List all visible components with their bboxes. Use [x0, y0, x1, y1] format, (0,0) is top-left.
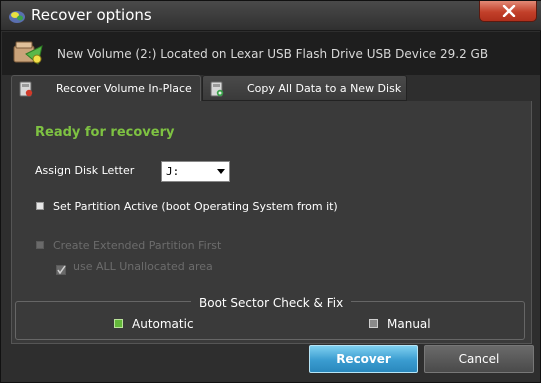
set-partition-active-checkbox[interactable]: [36, 202, 44, 210]
tab-recover-in-place[interactable]: Recover Volume In-Place: [11, 75, 201, 101]
tab-label: Recover Volume In-Place: [56, 82, 192, 95]
drive-header: New Volume (2:) Located on Lexar USB Fla…: [2, 32, 540, 75]
checkmark-icon: [56, 265, 66, 275]
unallocated-label: use ALL Unallocated area: [73, 260, 213, 273]
drive-copy-icon: [209, 81, 225, 97]
recover-button[interactable]: Recover: [309, 345, 418, 373]
extended-partition-label: Create Extended Partition First: [53, 239, 222, 252]
disk-letter-select[interactable]: J:: [161, 161, 230, 182]
close-button[interactable]: [479, 1, 537, 22]
unallocated-checkbox: [56, 260, 66, 275]
cancel-button[interactable]: Cancel: [424, 345, 534, 373]
manual-radio[interactable]: [369, 319, 378, 328]
drive-recover-icon: [12, 40, 46, 68]
close-icon: [502, 5, 516, 17]
tab-label: Copy All Data to a New Disk: [247, 82, 402, 95]
drive-title: New Volume (2:) Located on Lexar USB Fla…: [57, 47, 489, 61]
app-logo-icon: [8, 8, 26, 24]
title-bar[interactable]: Recover options: [1, 1, 541, 31]
disk-letter-value: J:: [166, 165, 180, 178]
tab-copy-to-new-disk[interactable]: Copy All Data to a New Disk: [202, 75, 407, 101]
recover-options-dialog: Recover options New Volume (2:) Located …: [0, 0, 541, 383]
status-heading: Ready for recovery: [35, 125, 175, 140]
boot-sector-legend: Boot Sector Check & Fix: [191, 296, 352, 310]
assign-disk-letter-label: Assign Disk Letter: [35, 164, 135, 177]
automatic-radio[interactable]: [114, 319, 123, 328]
drive-inplace-icon: [18, 81, 34, 97]
chevron-down-icon: [217, 169, 225, 174]
automatic-radio-label[interactable]: Automatic: [132, 317, 194, 331]
manual-radio-label[interactable]: Manual: [387, 317, 431, 331]
set-partition-active-label[interactable]: Set Partition Active (boot Operating Sys…: [53, 200, 338, 213]
window-title: Recover options: [31, 6, 152, 24]
extended-partition-checkbox: [36, 241, 44, 249]
